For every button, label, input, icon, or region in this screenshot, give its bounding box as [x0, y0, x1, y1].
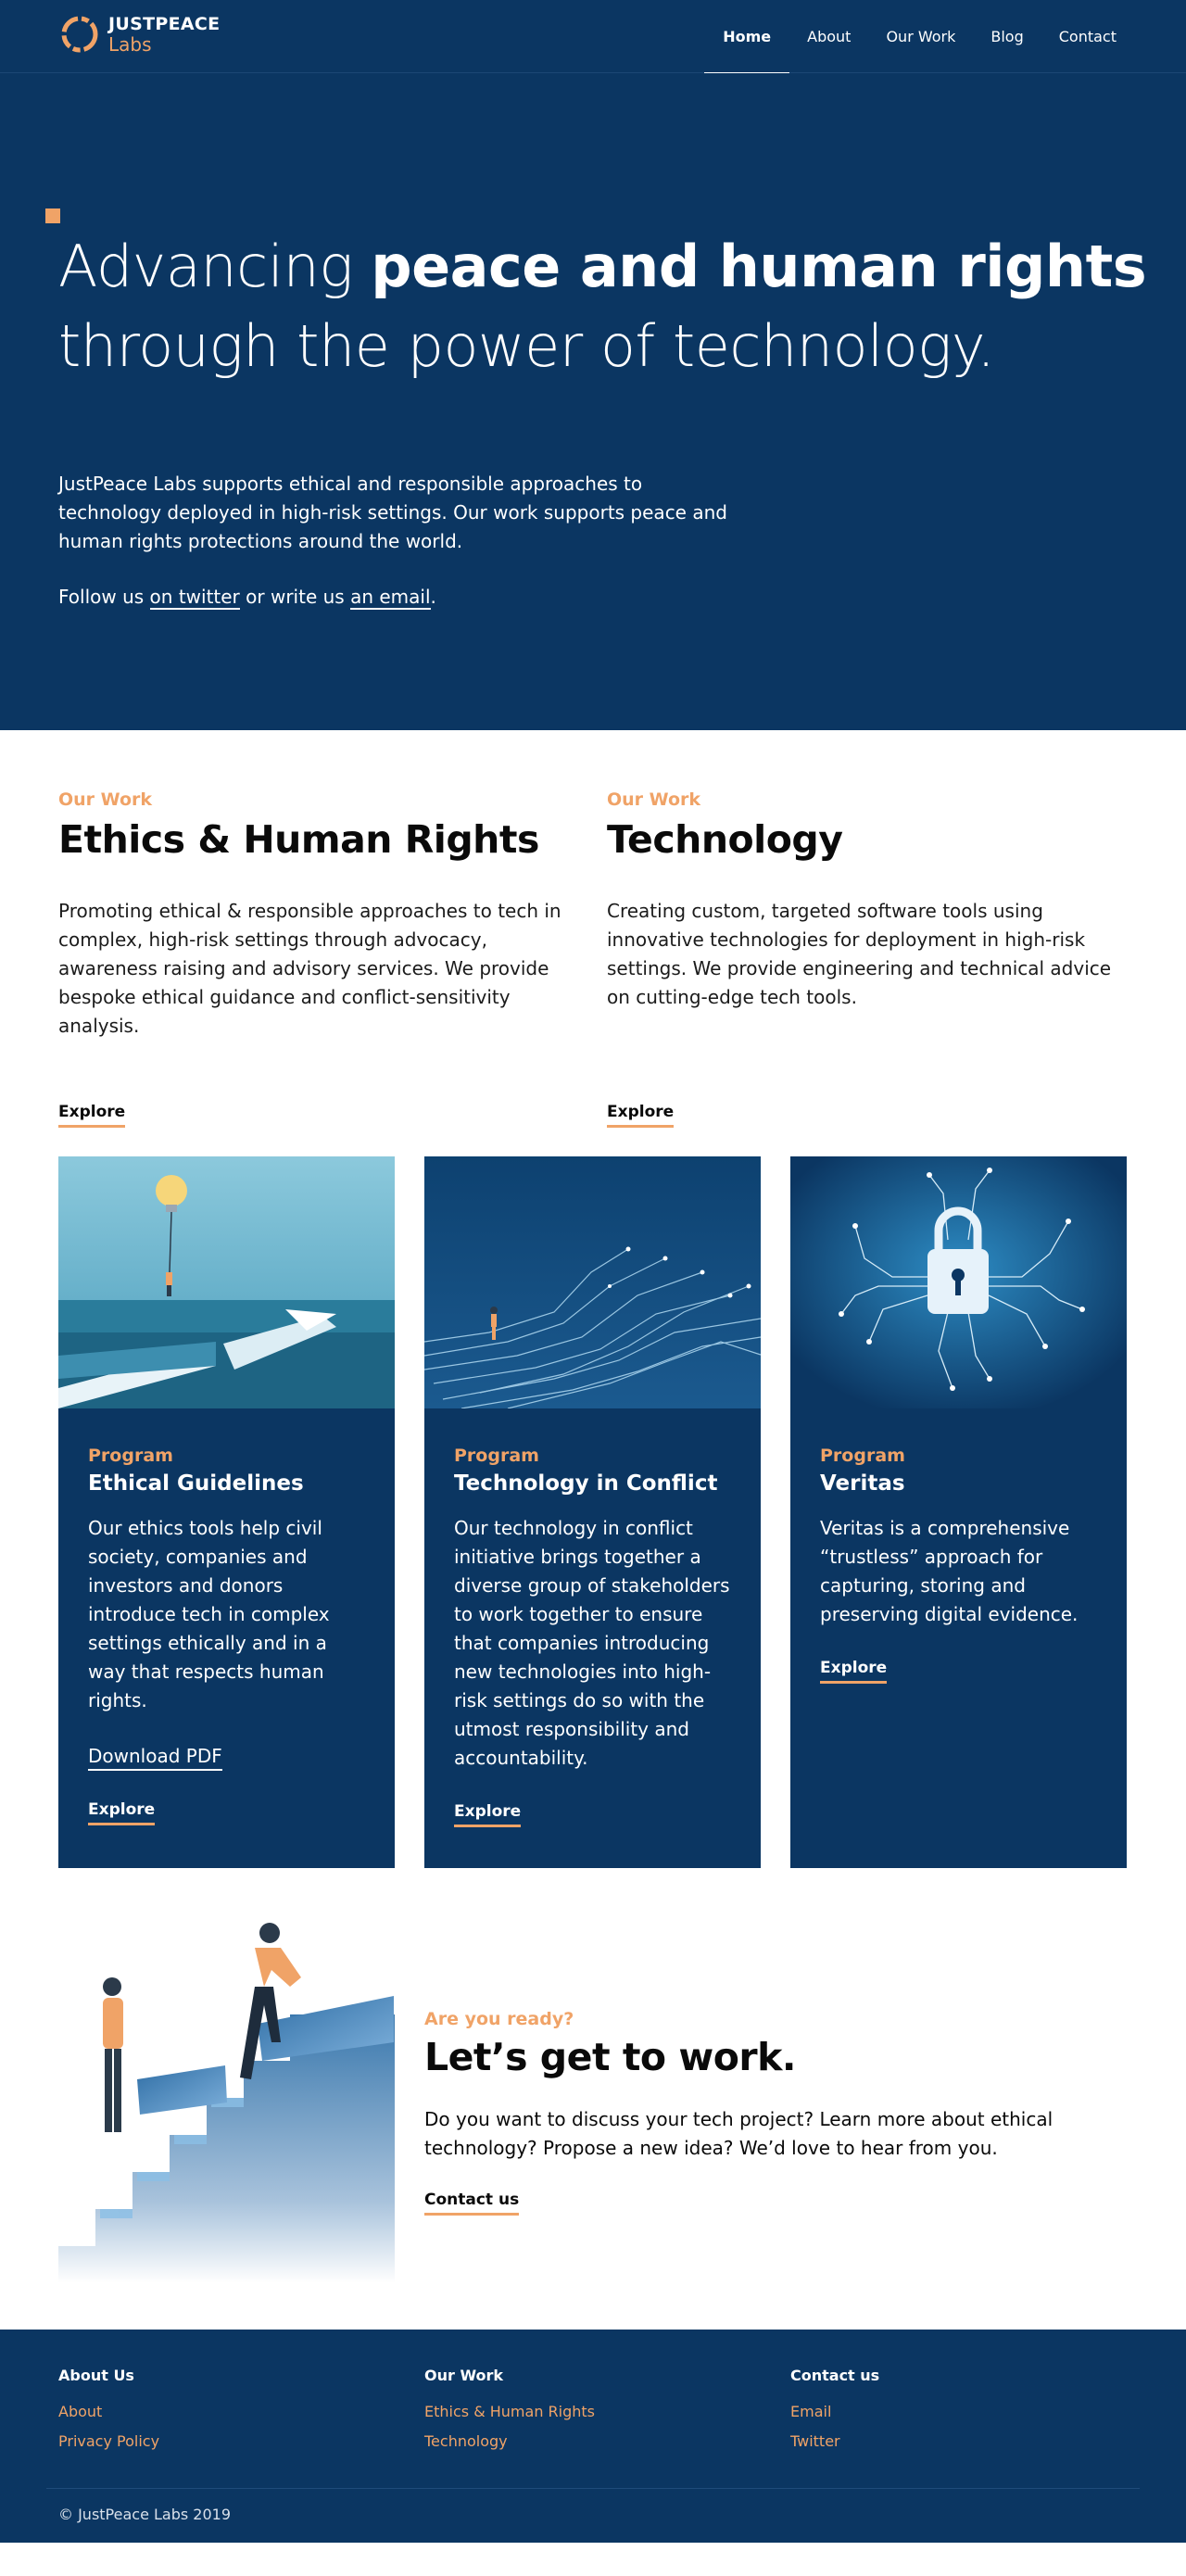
program-text: Our ethics tools help civil society, com…	[88, 1517, 330, 1711]
twitter-link[interactable]: on twitter	[149, 586, 240, 610]
padlock-circuit-illustration	[790, 1156, 1127, 1408]
footer-heading: Contact us	[790, 2367, 880, 2384]
work-ethics-title: Ethics & Human Rights	[58, 817, 539, 862]
footer-about-column: About Us About Privacy Policy	[58, 2367, 159, 2456]
program-card-body: Program Technology in Conflict Our techn…	[424, 1446, 761, 1827]
follow-suffix: .	[430, 586, 436, 608]
footer-heading: About Us	[58, 2367, 134, 2384]
logo-name-line1: JUSTPEACE	[108, 13, 221, 34]
work-tech-text: Creating custom, targeted software tools…	[607, 900, 1112, 1008]
main-nav: Home About Our Work Blog Contact	[704, 0, 1134, 74]
footer-link-twitter[interactable]: Twitter	[790, 2427, 879, 2456]
cta-title: Let’s get to work.	[424, 2035, 796, 2079]
program-title: Ethical Guidelines	[88, 1471, 304, 1496]
work-tech-title: Technology	[607, 817, 843, 862]
work-ethics-text: Promoting ethical & responsible approach…	[58, 900, 561, 1037]
work-tech-explore-link[interactable]: Explore	[607, 1103, 675, 1128]
logo-name-line2: Labs	[108, 32, 152, 56]
program-title: Technology in Conflict	[454, 1471, 718, 1496]
work-ethics: Our Work Ethics & Human Rights Promoting…	[58, 789, 587, 1128]
hero-title-light: Advancing	[58, 233, 372, 300]
hero-intro: JustPeace Labs supports ethical and resp…	[58, 473, 727, 552]
email-link[interactable]: an email	[350, 586, 431, 610]
cta-text: Do you want to discuss your tech project…	[424, 2108, 1054, 2159]
program-eyebrow: Program	[88, 1446, 173, 1466]
footer-divider	[46, 2488, 1140, 2489]
footer-link-about[interactable]: About	[58, 2397, 159, 2427]
footer-copyright: © JustPeace Labs 2019	[58, 2506, 232, 2523]
programs-section: Program Ethical Guidelines Our ethics to…	[0, 1156, 1186, 1913]
program-eyebrow: Program	[820, 1446, 905, 1466]
hero-title: Advancing peace and human rights through…	[58, 227, 1152, 386]
work-tech-eyebrow: Our Work	[607, 789, 701, 810]
circuit-lines-illustration	[424, 1156, 761, 1408]
download-pdf-link[interactable]: Download PDF	[88, 1743, 222, 1771]
footer-link-email[interactable]: Email	[790, 2397, 879, 2427]
nav-contact[interactable]: Contact	[1041, 0, 1134, 73]
lightbulb-bridge-illustration	[58, 1156, 395, 1408]
people-building-stairs-illustration	[58, 1923, 395, 2283]
site-footer: About Us About Privacy Policy Our Work E…	[0, 2330, 1186, 2543]
work-ethics-explore-link[interactable]: Explore	[58, 1103, 126, 1128]
footer-link-technology[interactable]: Technology	[424, 2427, 595, 2456]
program-text: Our technology in conflict initiative br…	[454, 1517, 730, 1769]
hero-follow: Follow us on twitter or write us an emai…	[58, 583, 436, 612]
site-header: JUSTPEACE Labs Home About Our Work Blog …	[0, 0, 1186, 74]
cta-body: Are you ready? Let’s get to work. Do you…	[424, 2009, 1129, 2216]
footer-contact-column: Contact us Email Twitter	[790, 2367, 879, 2456]
cta-eyebrow: Are you ready?	[424, 2009, 574, 2029]
follow-middle: or write us	[239, 586, 351, 608]
program-explore-link[interactable]: Explore	[88, 1800, 156, 1825]
program-explore-link[interactable]: Explore	[820, 1659, 888, 1684]
hero-title-bold: peace and human rights	[371, 233, 1147, 300]
footer-link-privacy-policy[interactable]: Privacy Policy	[58, 2427, 159, 2456]
nav-about[interactable]: About	[789, 0, 868, 73]
work-technology: Our Work Technology Creating custom, tar…	[607, 789, 1135, 1128]
hero-title-rest: through the power of technology.	[58, 312, 995, 380]
cta-section: Are you ready? Let’s get to work. Do you…	[0, 1913, 1186, 2330]
dove-circle-logo-icon	[61, 16, 98, 53]
nav-our-work[interactable]: Our Work	[868, 0, 973, 73]
nav-home[interactable]: Home	[704, 0, 790, 74]
contact-us-link[interactable]: Contact us	[424, 2191, 520, 2216]
work-ethics-eyebrow: Our Work	[58, 789, 153, 810]
our-work-section: Our Work Ethics & Human Rights Promoting…	[0, 730, 1186, 1156]
program-explore-link[interactable]: Explore	[454, 1802, 522, 1827]
logo-wordmark: JUSTPEACE Labs	[108, 13, 221, 56]
program-card-technology-in-conflict: Program Technology in Conflict Our techn…	[424, 1156, 761, 1868]
program-card-veritas: Program Veritas Veritas is a comprehensi…	[790, 1156, 1127, 1868]
follow-prefix: Follow us	[58, 586, 150, 608]
footer-heading: Our Work	[424, 2367, 504, 2384]
footer-work-column: Our Work Ethics & Human Rights Technolog…	[424, 2367, 595, 2456]
hero-accent-square	[45, 208, 60, 223]
program-eyebrow: Program	[454, 1446, 539, 1466]
program-card-body: Program Ethical Guidelines Our ethics to…	[58, 1446, 395, 1825]
program-card-ethical-guidelines: Program Ethical Guidelines Our ethics to…	[58, 1156, 395, 1868]
logo[interactable]: JUSTPEACE Labs	[58, 13, 220, 56]
hero-section: Advancing peace and human rights through…	[0, 73, 1186, 730]
nav-blog[interactable]: Blog	[973, 0, 1041, 73]
program-card-body: Program Veritas Veritas is a comprehensi…	[790, 1446, 1127, 1684]
program-text: Veritas is a comprehensive “trustless” a…	[820, 1517, 1079, 1625]
program-title: Veritas	[820, 1471, 905, 1496]
footer-link-ethics[interactable]: Ethics & Human Rights	[424, 2397, 595, 2427]
